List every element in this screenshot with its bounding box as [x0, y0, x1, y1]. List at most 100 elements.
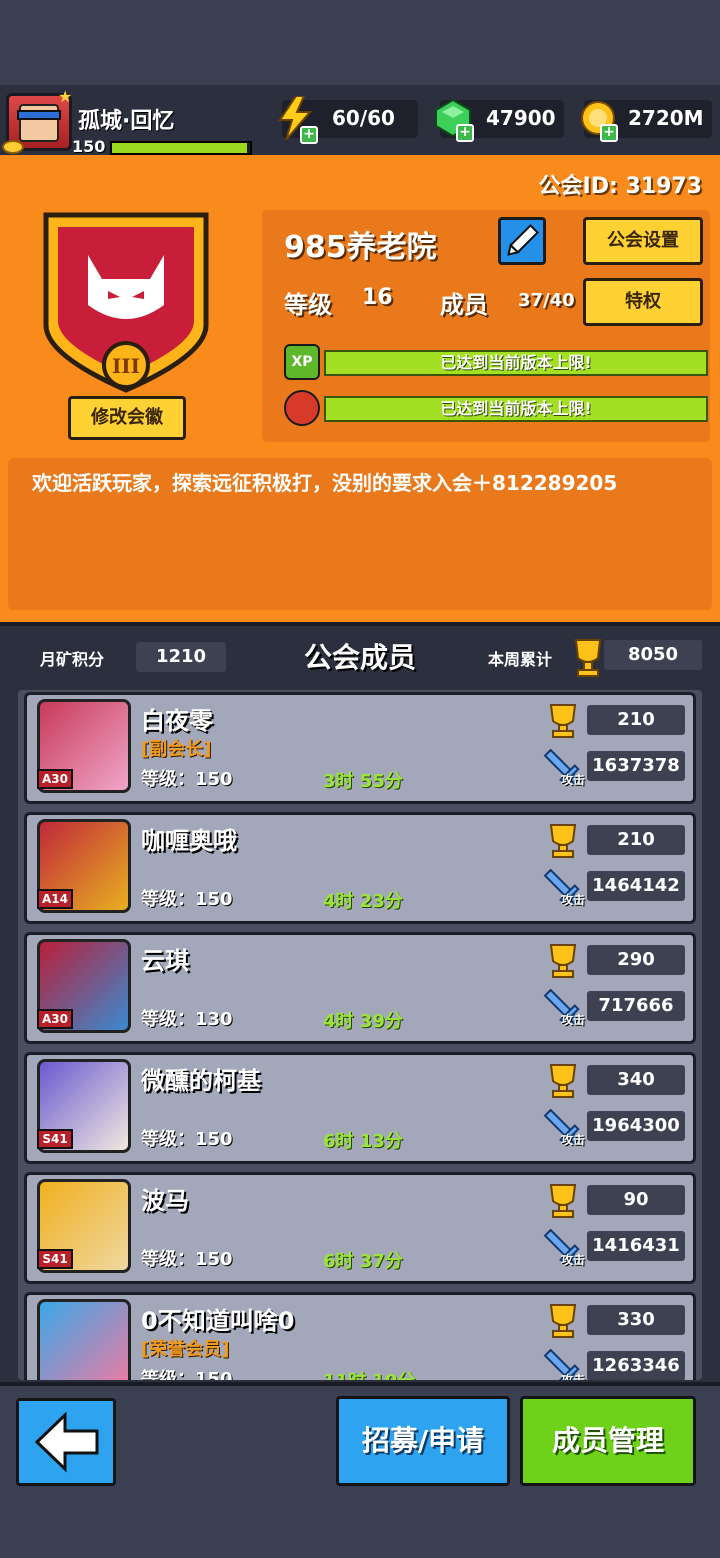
- guild-xp-bar: 已达到当前版本上限!: [324, 350, 708, 376]
- attack-label: 攻击: [561, 1133, 586, 1147]
- crossed-swords-icon: [284, 390, 320, 426]
- member-last-online: 11时 10分: [323, 1367, 415, 1380]
- guild-id: 公会ID: 31973: [538, 174, 702, 199]
- guild-tech-bar: 已达到当前版本上限!: [324, 396, 708, 422]
- member-card[interactable]: A30 云琪等级：130 4时 39分 290 攻击 717666: [24, 932, 696, 1044]
- attack-label: 攻击: [561, 893, 586, 907]
- guild-members-value: 37/40: [518, 290, 575, 311]
- member-rank-tag: A30: [37, 1009, 73, 1029]
- member-level: 等级：130: [141, 1009, 233, 1030]
- star-icon: ★: [58, 87, 73, 106]
- member-card[interactable]: 0不知道叫啥0 [荣誉会员] 等级：150 11时 10分 330 攻击1263346: [24, 1292, 696, 1380]
- privilege-button[interactable]: 特权: [583, 278, 703, 326]
- player-level: 150: [72, 137, 106, 156]
- member-level: 等级：150: [141, 889, 233, 910]
- member-name: 咖喱奥哦: [141, 827, 237, 855]
- back-arrow-icon: [34, 1411, 99, 1473]
- guild-settings-button[interactable]: 公会设置: [583, 217, 703, 265]
- trophy-icon: [549, 944, 577, 978]
- guild-name: 985养老院: [284, 230, 437, 265]
- member-name: 白夜零: [141, 707, 213, 735]
- avatar-headband: [17, 110, 61, 120]
- guild-emblem[interactable]: III: [36, 205, 216, 395]
- member-last-online: 4时 23分: [323, 891, 403, 912]
- member-last-online: 6时 13分: [323, 1131, 403, 1152]
- attack-label: 攻击: [561, 1373, 586, 1380]
- guild-level-label: 等级: [284, 291, 332, 319]
- member-last-online: 6时 37分: [323, 1251, 403, 1272]
- member-attack-value: 1464142: [587, 871, 685, 901]
- guild-notice: 欢迎活跃玩家，探索远征积极打，没别的要求入会＋812289205: [8, 458, 712, 610]
- member-trophy-value: 340: [587, 1065, 685, 1095]
- trophy-icon: [549, 704, 577, 738]
- add-energy-icon[interactable]: +: [300, 126, 318, 144]
- member-role: [副会长]: [141, 739, 212, 760]
- member-name: 波马: [141, 1187, 189, 1215]
- guild-xp-row: XP 已达到当前版本上限!: [284, 344, 708, 380]
- member-attack-value: 1263346: [587, 1351, 685, 1380]
- member-management-button[interactable]: 成员管理: [520, 1396, 696, 1486]
- gems-value: 47900: [486, 106, 556, 130]
- edit-name-button[interactable]: [498, 217, 546, 265]
- member-card[interactable]: S41 微醺的柯基等级：150 6时 13分 340 攻击 1964300: [24, 1052, 696, 1164]
- member-name: 微醺的柯基: [141, 1067, 261, 1095]
- member-trophy-value: 90: [587, 1185, 685, 1215]
- pencil-icon: [507, 224, 539, 256]
- member-trophy-value: 290: [587, 945, 685, 975]
- trophy-icon: [549, 1064, 577, 1098]
- energy-value: 60/60: [332, 106, 395, 130]
- member-last-online: 3时 55分: [323, 771, 403, 792]
- attack-label: 攻击: [561, 1253, 586, 1267]
- xp-icon: XP: [284, 344, 320, 380]
- member-attack-value: 1637378: [587, 751, 685, 781]
- gold-counter[interactable]: + 2720M: [581, 100, 712, 142]
- add-gems-icon[interactable]: +: [456, 124, 474, 142]
- member-attack-value: 1416431: [587, 1231, 685, 1261]
- guild-level-value: 16: [362, 285, 393, 310]
- player-xp-bar: [110, 141, 252, 155]
- player-xp-fill: [112, 143, 248, 153]
- member-trophy-value: 330: [587, 1305, 685, 1335]
- member-attack-value: 1964300: [587, 1111, 685, 1141]
- member-card[interactable]: A14 咖喱奥哦等级：150 4时 23分 210 攻击 1464142: [24, 812, 696, 924]
- trophy-icon: [549, 1304, 577, 1338]
- energy-counter[interactable]: + 60/60: [278, 96, 418, 144]
- player-name: 孤城·回忆: [78, 109, 175, 134]
- member-avatar[interactable]: [37, 1299, 131, 1380]
- attack-label: 攻击: [561, 773, 586, 787]
- recruit-apply-button[interactable]: 招募/申请: [336, 1396, 510, 1486]
- member-trophy-value: 210: [587, 825, 685, 855]
- member-attack-value: 717666: [587, 991, 685, 1021]
- guild-xp-status: 已达到当前版本上限!: [440, 353, 592, 372]
- emblem-rank: III: [112, 354, 140, 378]
- member-role: [荣誉会员]: [141, 1339, 230, 1360]
- status-bar: [0, 0, 720, 85]
- member-card[interactable]: S41 波马 等级：150 6时 37分 90 攻击 1416431: [24, 1172, 696, 1284]
- member-rank-tag: S41: [37, 1129, 73, 1149]
- member-card[interactable]: A30 白夜零 [副会长] 等级：150 3时 55分 210 攻击 1637378: [24, 692, 696, 804]
- member-level: 等级：150: [141, 769, 233, 790]
- member-trophy-value: 210: [587, 705, 685, 735]
- guild-tech-status: 已达到当前版本上限!: [440, 399, 592, 418]
- back-button[interactable]: [16, 1398, 116, 1486]
- guild-members-label: 成员: [440, 291, 488, 319]
- member-last-online: 4时 39分: [323, 1011, 403, 1032]
- coin-stack-icon: [2, 140, 24, 154]
- member-level: 等级：150: [141, 1369, 233, 1380]
- weekly-total-value: 8050: [604, 640, 702, 670]
- trophy-icon: [549, 1184, 577, 1218]
- member-level: 等级：150: [141, 1129, 233, 1150]
- member-rank-tag: A14: [37, 889, 73, 909]
- add-gold-icon[interactable]: +: [600, 124, 618, 142]
- member-list[interactable]: A30 白夜零 [副会长] 等级：150 3时 55分 210 攻击 1637378 A14 咖喱…: [18, 690, 702, 1380]
- weekly-total-label: 本周累计: [488, 650, 553, 669]
- gems-counter[interactable]: + 47900: [435, 98, 564, 142]
- trophy-icon: [549, 824, 577, 858]
- edit-emblem-button[interactable]: 修改会徽: [68, 396, 186, 440]
- member-level: 等级：150: [141, 1249, 233, 1270]
- member-name: 云琪: [141, 947, 189, 975]
- guild-tech-row: 已达到当前版本上限!: [284, 390, 708, 426]
- attack-label: 攻击: [561, 1013, 586, 1027]
- member-rank-tag: A30: [37, 769, 73, 789]
- gold-value: 2720M: [628, 106, 704, 130]
